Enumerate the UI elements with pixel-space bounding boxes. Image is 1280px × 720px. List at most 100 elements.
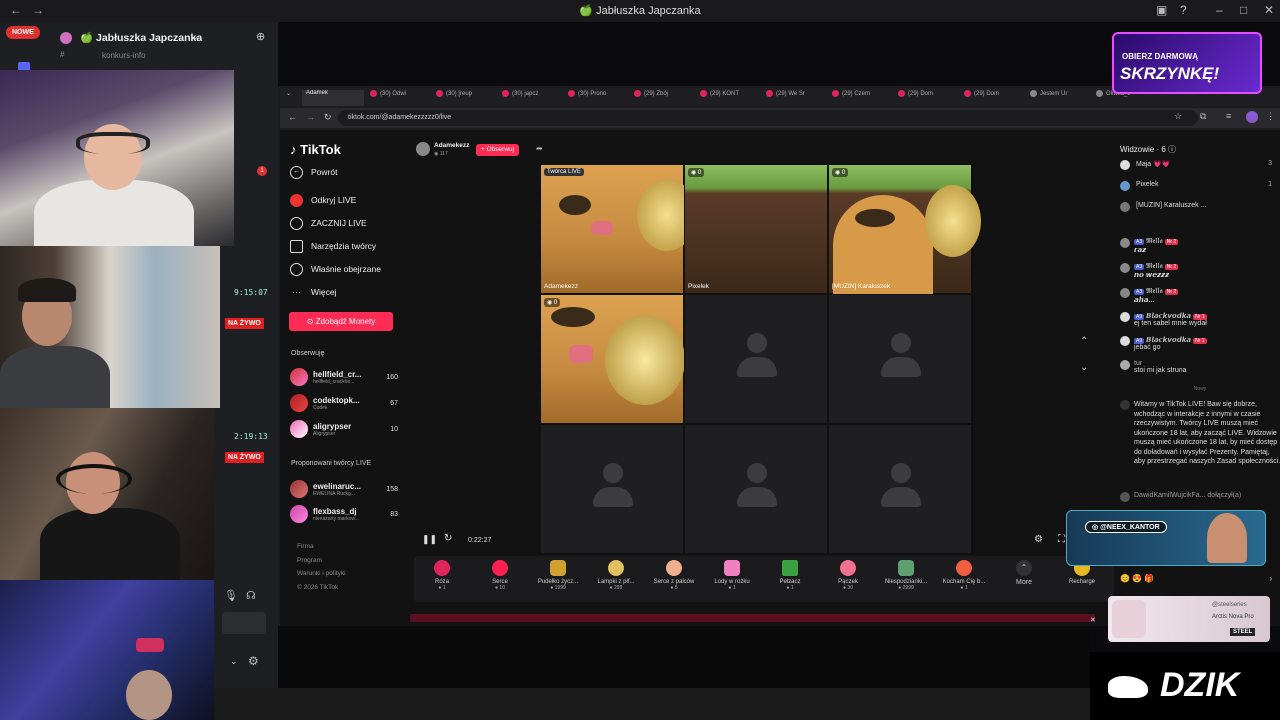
tab-list-icon[interactable]: ⌄ — [286, 90, 298, 106]
server-title[interactable]: 🍏 Jabłuszka Japczanka — [80, 31, 202, 44]
url-input[interactable]: tiktok.com/@adamekezzzzz0/live — [338, 110, 1198, 126]
menu-icon[interactable]: ⋮ — [1266, 111, 1275, 122]
extensions-icon[interactable]: ⧉ — [1200, 111, 1206, 122]
fullscreen-icon[interactable]: ⛶ — [1058, 534, 1065, 545]
reload-icon[interactable]: ↻ — [324, 112, 332, 123]
guest-cell[interactable]: ◉ 0 Pixelek — [684, 164, 828, 294]
tab[interactable]: (29) Zbój — [634, 90, 696, 106]
settings-gear-icon[interactable]: ⚙ — [248, 654, 259, 668]
suggested-item[interactable]: ewelinaruc... EWELINA Ruckg... 158 — [290, 478, 398, 500]
gift-item[interactable]: Róża ● 1 — [414, 560, 470, 591]
help-icon[interactable]: ? — [1180, 3, 1187, 17]
top-viewer[interactable]: Maja 💗💗 3 — [1120, 160, 1280, 170]
soundboard-button[interactable] — [222, 612, 266, 634]
minimize-icon[interactable]: – — [1216, 3, 1223, 17]
headphones-icon[interactable]: ☊ — [246, 589, 256, 602]
refresh-icon[interactable]: ↻ — [444, 533, 452, 544]
streamer-avatar[interactable] — [416, 142, 430, 156]
tab[interactable]: Jestem Ur — [1030, 90, 1092, 106]
gift-item[interactable]: Lody w rożku ● 1 — [704, 560, 760, 591]
footer-link[interactable]: Firma — [297, 540, 346, 554]
following-item[interactable]: aligrypser Aligrypser 10 — [290, 418, 398, 440]
settings-icon[interactable]: ⚙ — [1034, 534, 1043, 545]
server-avatar — [60, 32, 72, 44]
gift-item[interactable]: Serce ● 10 — [472, 560, 528, 591]
inbox-icon[interactable]: ▣ — [1156, 3, 1167, 17]
chevron-down-icon[interactable]: ⌄ — [230, 656, 238, 667]
nav-more[interactable]: ··· Więcej — [290, 284, 336, 300]
nav-creator-tools[interactable]: Narzędzia twórcy — [290, 238, 376, 254]
pause-icon[interactable]: ❚❚ — [422, 534, 437, 545]
guest-cell[interactable]: Twórca LIVE Adamekezz — [540, 164, 697, 294]
empty-seat[interactable] — [684, 424, 828, 554]
follow-button[interactable]: + Obserwuj — [476, 144, 520, 156]
guest-cell[interactable]: ◉ 0 [MUZIN] Karaluszek — [828, 164, 981, 295]
tab-active[interactable]: Adamek — [302, 90, 364, 106]
top-viewer[interactable]: Pixelek 1 — [1120, 181, 1280, 191]
gift-item[interactable]: Niespodzianki... ● 2999 — [878, 560, 934, 591]
gift-item[interactable]: Serce z palców ● 5 — [646, 560, 702, 591]
gift-item[interactable]: Pudełko życz... ● 1999 — [530, 560, 586, 591]
footer-link[interactable]: Program — [297, 554, 346, 568]
dzik-text: DZIK — [1160, 666, 1240, 704]
tiktok-note-icon: ♪ — [290, 142, 297, 157]
nav-recently-watched[interactable]: Właśnie obejrzane — [290, 261, 381, 277]
tab[interactable]: (29) Dom — [964, 90, 1026, 106]
guest-cell[interactable]: ◉ 0 — [540, 294, 685, 424]
get-coins-button[interactable]: ⊙ Zdobądź Monety — [289, 312, 393, 331]
tab[interactable]: (29) Czem — [832, 90, 894, 106]
media-icon[interactable]: ≡ — [1226, 111, 1231, 121]
chat-message: A9 𝘽𝙡𝙖𝙘𝙠𝙫𝙤𝙙𝙠𝙖 Nr 1 ej ten sabel mnie wyda… — [1120, 312, 1280, 327]
following-item[interactable]: codektopk... Codek 67 — [290, 392, 398, 414]
chevron-up-icon[interactable]: ⌃ — [1080, 336, 1088, 347]
tiktok-logo[interactable]: ♪ TikTok — [290, 142, 341, 157]
gift-item[interactable]: Lampki z płf... ● 299 — [588, 560, 644, 591]
gift-item[interactable]: Pączek ● 30 — [820, 560, 876, 591]
tab[interactable]: (29) We Sr — [766, 90, 828, 106]
maximize-icon[interactable]: □ — [1240, 3, 1247, 17]
suggested-item[interactable]: flexbass_dj nienażarty markow... 83 — [290, 503, 398, 525]
empty-seat[interactable] — [828, 294, 972, 424]
empty-seat[interactable] — [828, 424, 972, 554]
new-badge: NOWE — [6, 26, 40, 39]
nav-start-live[interactable]: ZACZNIJ LIVE — [290, 215, 367, 231]
promo-banner: OBIERZ DARMOWĄ SKRZYNKĘ! — [1112, 32, 1262, 94]
more-gifts-button[interactable]: ⌃ More — [996, 560, 1052, 586]
chat-reaction-bar[interactable]: 😊 😍 🎁 › — [1120, 574, 1280, 583]
profile-avatar[interactable] — [1246, 111, 1258, 123]
close-icon[interactable]: ✕ — [1090, 616, 1096, 624]
tab[interactable]: (29) Dom — [898, 90, 960, 106]
empty-seat[interactable] — [540, 424, 684, 554]
empty-seat[interactable] — [684, 294, 828, 424]
forward-icon[interactable]: → — [306, 112, 315, 122]
nav-discover-live[interactable]: Odkryj LIVE — [290, 192, 356, 208]
welcome-message: Witamy w TikTok LIVE! Baw się dobrze, wc… — [1120, 400, 1280, 467]
gift-item[interactable]: Pełzacz ● 1 — [762, 560, 818, 591]
window-titlebar: ← → 🍏 Jabłuszka Japczanka ▣ ? – □ ✕ — [0, 0, 1280, 22]
following-item[interactable]: hellfield_cr... hellfield_crackho... 160 — [290, 366, 398, 388]
tab[interactable]: (30) japcz — [502, 90, 564, 106]
close-icon[interactable]: ✕ — [1264, 3, 1274, 17]
mute-icon[interactable]: 🎙 — [224, 589, 238, 602]
chevron-down-icon[interactable]: ⌄ — [192, 31, 200, 42]
viewers-header[interactable]: Widzowie · 6 ⓘ — [1120, 144, 1280, 155]
footer-link[interactable]: Warunki i polityki — [297, 567, 346, 581]
streamer-name[interactable]: Adamekezz — [434, 142, 469, 149]
tab[interactable]: (30) Prono — [568, 90, 630, 106]
back-icon[interactable]: ← — [288, 112, 297, 122]
share-icon[interactable]: ➦ — [536, 144, 543, 153]
tab[interactable]: (30) [reup — [436, 90, 498, 106]
gift-item[interactable]: Kocham Cię b... ● 1 — [936, 560, 992, 591]
channel-name[interactable]: konkurs-info — [102, 51, 146, 60]
promo-strip — [410, 614, 1095, 622]
chevron-down-icon[interactable]: ⌄ — [1080, 362, 1088, 373]
chevron-right-icon: › — [1269, 574, 1272, 583]
tab[interactable]: (30) Odwi — [370, 90, 432, 106]
tab[interactable]: (29) KONT — [700, 90, 762, 106]
window-title: 🍏 Jabłuszka Japczanka — [579, 5, 701, 17]
bookmark-star-icon[interactable]: ☆ — [1174, 111, 1182, 122]
top-viewer[interactable]: [MUZIN] Karaluszek ... — [1120, 202, 1280, 212]
add-member-icon[interactable]: ⊕ — [256, 30, 265, 43]
info-icon: ⓘ — [1168, 145, 1177, 154]
back-link[interactable]: ← Powrót — [290, 164, 337, 180]
